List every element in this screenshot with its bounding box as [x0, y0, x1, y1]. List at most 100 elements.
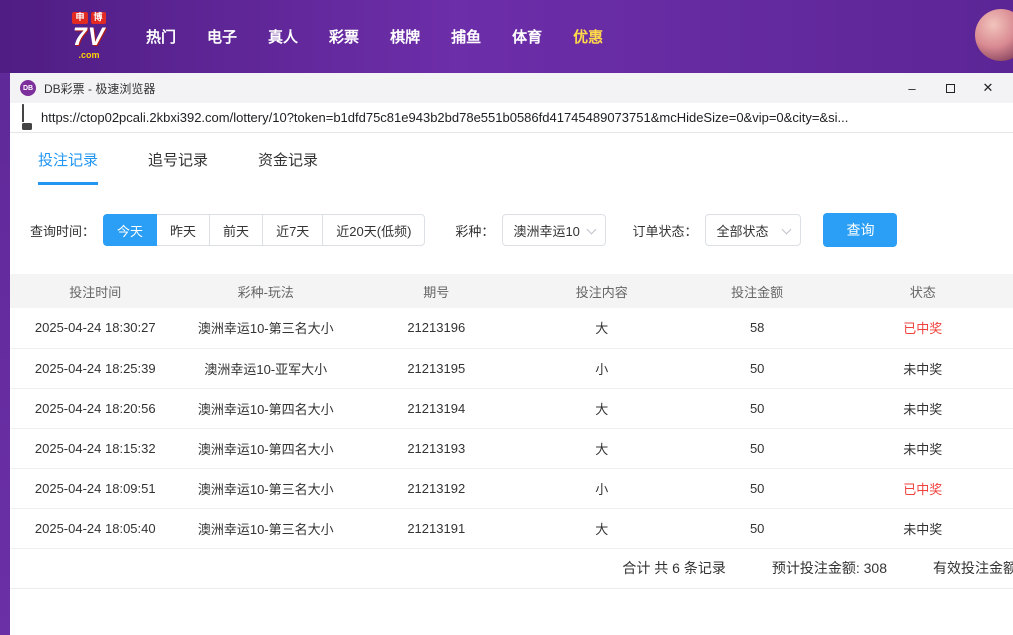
main-nav: 热门 电子 真人 彩票 棋牌 捕鱼 体育 优惠	[146, 26, 603, 47]
logo-suffix: .com	[78, 50, 99, 61]
time-filter-option[interactable]: 今天	[103, 214, 157, 246]
cell-content: 大	[522, 388, 682, 428]
tab-chase-records[interactable]: 追号记录	[148, 149, 208, 185]
cell-game: 澳洲幸运10-第三名大小	[181, 308, 352, 348]
status-select-value: 全部状态	[716, 221, 768, 240]
cell-amount: 50	[682, 388, 832, 428]
column-header: 期号	[351, 274, 522, 308]
cell-issue: 21213194	[351, 388, 522, 428]
column-header: 状态	[832, 274, 1013, 308]
cell-content: 大	[522, 508, 682, 548]
filter-bar: 查询时间： 今天昨天前天近7天近20天(低频) 彩种： 澳洲幸运10 订单状态：…	[30, 213, 1013, 247]
time-filter-label: 查询时间：	[30, 221, 95, 240]
time-filter-option[interactable]: 近7天	[262, 214, 323, 246]
summary-total: 合计 共 6 条记录	[622, 558, 725, 578]
status-filter-label: 订单状态：	[632, 221, 697, 240]
table-row: 2025-04-24 18:05:40澳洲幸运10-第三名大小21213191大…	[10, 508, 1013, 548]
lock-icon	[22, 105, 32, 130]
cell-time: 2025-04-24 18:15:32	[10, 428, 181, 468]
maximize-button[interactable]	[931, 73, 969, 103]
column-header: 投注内容	[522, 274, 682, 308]
order-status-select[interactable]: 全部状态	[705, 214, 801, 246]
cell-amount: 50	[682, 468, 832, 508]
url-text[interactable]: https://ctop02pcali.2kbxi392.com/lottery…	[41, 110, 848, 125]
column-header: 投注时间	[10, 274, 181, 308]
summary-valid-amount: 有效投注金额	[933, 558, 1013, 578]
minimize-button[interactable]: –	[893, 73, 931, 103]
close-button[interactable]: ✕	[969, 73, 1007, 103]
cell-status: 未中奖	[832, 508, 1013, 548]
table-row: 2025-04-24 18:15:32澳洲幸运10-第四名大小21213193大…	[10, 428, 1013, 468]
cell-game: 澳洲幸运10-亚军大小	[181, 348, 352, 388]
nav-item[interactable]: 真人	[268, 26, 298, 47]
cell-issue: 21213192	[351, 468, 522, 508]
window-title: DB彩票 - 极速浏览器	[44, 80, 155, 97]
cell-game: 澳洲幸运10-第四名大小	[181, 428, 352, 468]
nav-item[interactable]: 电子	[207, 26, 237, 47]
avatar[interactable]	[975, 9, 1013, 61]
table-row: 2025-04-24 18:20:56澳洲幸运10-第四名大小21213194大…	[10, 388, 1013, 428]
nav-item[interactable]: 捕鱼	[451, 26, 481, 47]
column-header: 彩种-玩法	[181, 274, 352, 308]
cell-time: 2025-04-24 18:30:27	[10, 308, 181, 348]
tab-bar: 投注记录 追号记录 资金记录	[10, 133, 1013, 185]
search-button[interactable]: 查询	[823, 213, 897, 247]
nav-item[interactable]: 彩票	[329, 26, 359, 47]
chevron-down-icon	[587, 225, 597, 235]
window-controls: – ✕	[893, 73, 1007, 103]
records-body: 2025-04-24 18:30:27澳洲幸运10-第三名大小21213196大…	[10, 308, 1013, 548]
cell-issue: 21213195	[351, 348, 522, 388]
browser-window: DB DB彩票 - 极速浏览器 – ✕ https://ctop02pcali.…	[10, 73, 1013, 635]
app-icon: DB	[20, 80, 36, 96]
cell-content: 大	[522, 308, 682, 348]
cell-amount: 58	[682, 308, 832, 348]
cell-issue: 21213191	[351, 508, 522, 548]
url-bar[interactable]: https://ctop02pcali.2kbxi392.com/lottery…	[10, 103, 1013, 133]
cell-issue: 21213196	[351, 308, 522, 348]
table-row: 2025-04-24 18:25:39澳洲幸运10-亚军大小21213195小5…	[10, 348, 1013, 388]
maximize-icon	[946, 84, 955, 93]
nav-item[interactable]: 体育	[512, 26, 542, 47]
cell-game: 澳洲幸运10-第三名大小	[181, 468, 352, 508]
cell-amount: 50	[682, 508, 832, 548]
nav-item[interactable]: 棋牌	[390, 26, 420, 47]
site-logo[interactable]: 申 博 7V .com	[58, 12, 120, 61]
tab-bet-records[interactable]: 投注记录	[38, 149, 98, 185]
cell-status: 未中奖	[832, 348, 1013, 388]
site-top-bar: 申 博 7V .com 热门 电子 真人 彩票 棋牌 捕鱼 体育 优惠	[0, 0, 1013, 73]
cell-time: 2025-04-24 18:20:56	[10, 388, 181, 428]
browser-title-bar: DB DB彩票 - 极速浏览器 – ✕	[10, 73, 1013, 103]
cell-amount: 50	[682, 428, 832, 468]
cell-content: 小	[522, 468, 682, 508]
tab-fund-records[interactable]: 资金记录	[258, 149, 318, 185]
cell-time: 2025-04-24 18:05:40	[10, 508, 181, 548]
chevron-down-icon	[782, 225, 792, 235]
cell-game: 澳洲幸运10-第三名大小	[181, 508, 352, 548]
nav-item[interactable]: 优惠	[573, 26, 603, 47]
lottery-filter-label: 彩种：	[455, 221, 494, 240]
cell-game: 澳洲幸运10-第四名大小	[181, 388, 352, 428]
cell-time: 2025-04-24 18:09:51	[10, 468, 181, 508]
cell-status: 已中奖	[832, 308, 1013, 348]
lottery-select-value: 澳洲幸运10	[513, 221, 579, 240]
page-content: 投注记录 追号记录 资金记录 查询时间： 今天昨天前天近7天近20天(低频) 彩…	[10, 133, 1013, 635]
cell-status: 已中奖	[832, 468, 1013, 508]
table-header-row: 投注时间彩种-玩法期号投注内容投注金额状态	[10, 274, 1013, 308]
records-table: 投注时间彩种-玩法期号投注内容投注金额状态 2025-04-24 18:30:2…	[10, 274, 1013, 549]
time-filter-group: 今天昨天前天近7天近20天(低频)	[103, 214, 425, 246]
table-row: 2025-04-24 18:09:51澳洲幸运10-第三名大小21213192小…	[10, 468, 1013, 508]
cell-amount: 50	[682, 348, 832, 388]
cell-issue: 21213193	[351, 428, 522, 468]
table-row: 2025-04-24 18:30:27澳洲幸运10-第三名大小21213196大…	[10, 308, 1013, 348]
nav-item[interactable]: 热门	[146, 26, 176, 47]
cell-content: 大	[522, 428, 682, 468]
cell-status: 未中奖	[832, 388, 1013, 428]
time-filter-option[interactable]: 前天	[209, 214, 263, 246]
cell-content: 小	[522, 348, 682, 388]
lottery-select[interactable]: 澳洲幸运10	[502, 214, 606, 246]
summary-bar: 合计 共 6 条记录 预计投注金额: 308 有效投注金额	[10, 549, 1013, 589]
time-filter-option[interactable]: 昨天	[156, 214, 210, 246]
time-filter-option[interactable]: 近20天(低频)	[322, 214, 425, 246]
cell-status: 未中奖	[832, 428, 1013, 468]
column-header: 投注金额	[682, 274, 832, 308]
